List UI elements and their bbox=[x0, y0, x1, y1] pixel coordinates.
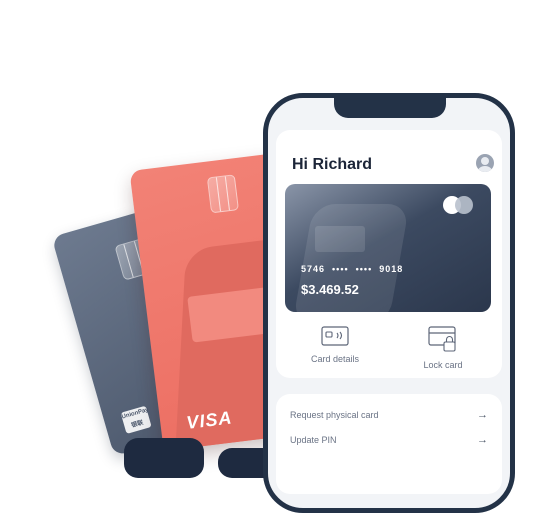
profile-avatar-icon[interactable] bbox=[476, 154, 494, 172]
card-details-label: Card details bbox=[310, 354, 360, 364]
request-physical-card-item[interactable]: Request physical card → bbox=[290, 406, 488, 424]
card-decoration bbox=[315, 226, 365, 252]
list-item-label: Update PIN bbox=[290, 435, 337, 445]
list-item-label: Request physical card bbox=[290, 410, 379, 420]
greeting-title: Hi Richard bbox=[292, 156, 373, 173]
hand-shape bbox=[124, 438, 204, 478]
unionpay-logo: UnionPay 银联 bbox=[120, 405, 152, 434]
phone-notch bbox=[334, 98, 446, 118]
card-chip-icon bbox=[206, 174, 239, 214]
card-number: 5746 •••• •••• 9018 bbox=[301, 264, 404, 274]
lock-card-label: Lock card bbox=[423, 360, 463, 370]
update-pin-item[interactable]: Update PIN → bbox=[290, 431, 488, 449]
arrow-right-icon: → bbox=[477, 409, 488, 421]
lock-card-icon bbox=[428, 326, 456, 352]
card-details-button[interactable]: Card details bbox=[290, 326, 380, 364]
card-details-icon bbox=[321, 326, 349, 346]
bank-card[interactable]: 5746 •••• •••• 9018 $3.469.52 bbox=[285, 184, 491, 312]
options-list: Request physical card → Update PIN → bbox=[276, 394, 502, 494]
arrow-right-icon: → bbox=[477, 434, 488, 446]
mastercard-logo-icon bbox=[443, 196, 475, 214]
phone-mockup: Hi Richard 5746 •••• •••• 9018 $3.469.52… bbox=[263, 93, 515, 513]
lock-card-button[interactable]: Lock card bbox=[398, 326, 488, 370]
card-balance: $3.469.52 bbox=[301, 282, 359, 297]
